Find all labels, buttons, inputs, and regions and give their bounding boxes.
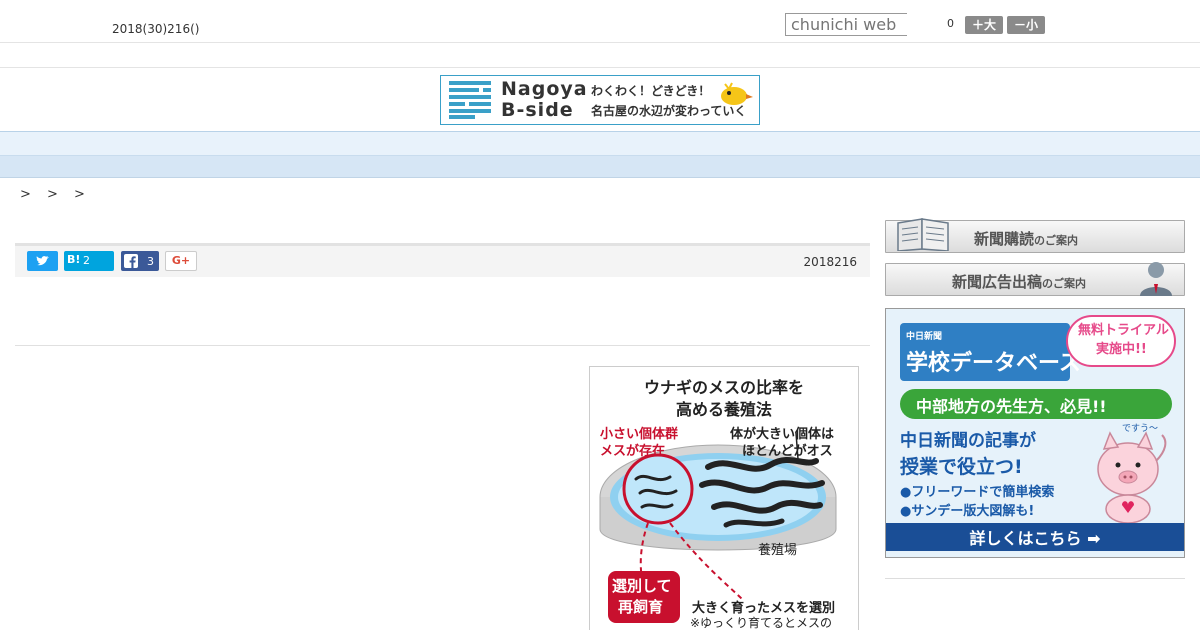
twitter-bird-icon bbox=[36, 256, 49, 266]
top-bar: 2018(30)216() 0 ＋大 －小 bbox=[0, 0, 1200, 43]
nav-item-4[interactable] bbox=[407, 136, 447, 152]
breadcrumb[interactable]: > > > bbox=[20, 187, 91, 202]
ad-bullet-1: ●フリーワードで簡単検索 bbox=[900, 485, 1055, 500]
sidebar-divider bbox=[885, 578, 1185, 579]
pig-mascot-icon bbox=[1097, 431, 1167, 524]
ad-bullet-2: ●サンデー版大図解も! bbox=[900, 504, 1035, 519]
hatena-count: 2 bbox=[83, 254, 90, 267]
google-plus-button[interactable]: G+ bbox=[165, 251, 197, 271]
logo-tagline-1: わくわく！どきどき！ bbox=[591, 84, 711, 98]
ad-main-title: 学校データベース bbox=[906, 351, 1081, 376]
ad-small-title: 中日新聞 bbox=[906, 332, 943, 342]
font-smaller-button[interactable]: －小 bbox=[1007, 16, 1045, 34]
article-figure: ウナギのメスの比率を 高める養殖法 小さい個体群 メスが存在 体が大きい個体は … bbox=[589, 366, 859, 630]
font-size-indicator: 0 bbox=[947, 17, 954, 30]
school-database-ad[interactable]: 中日新聞 学校データベース 無料トライアル 実施中!! 中部地方の先生方、必見!… bbox=[885, 308, 1185, 558]
figure-title-line-1: ウナギのメスの比率を bbox=[643, 378, 804, 397]
ad-trial-text-2: 実施中!! bbox=[1096, 342, 1147, 357]
article-divider bbox=[15, 345, 870, 346]
ad-body-1: 中日新聞の記事が bbox=[900, 431, 1036, 451]
nav-item-3[interactable] bbox=[327, 136, 367, 152]
label-note: ※ゆっくり育てるとメスの bbox=[690, 616, 833, 630]
search-input[interactable] bbox=[785, 13, 907, 36]
ad-body-2: 授業で役立つ! bbox=[900, 456, 1023, 478]
facebook-share-button[interactable]: 3 bbox=[121, 251, 159, 271]
ad-green-text: 中部地方の先生方、必見!! bbox=[916, 397, 1107, 416]
twitter-share-button[interactable] bbox=[27, 251, 58, 271]
bird-mascot-icon bbox=[721, 82, 753, 105]
nav-item-7[interactable] bbox=[647, 136, 687, 152]
label-reselect-1: 選別して bbox=[612, 577, 672, 595]
share-bar: B! 2 3 G+ 2018216 bbox=[15, 243, 870, 277]
nav-item-2[interactable] bbox=[247, 136, 287, 152]
newspaper-ads-banner[interactable]: 新聞広告出稿のご案内 bbox=[885, 262, 1185, 296]
logo-line-1: Nagoya bbox=[501, 78, 588, 100]
nav-item-8[interactable] bbox=[727, 136, 767, 152]
ads-label: 新聞広告出稿のご案内 bbox=[952, 273, 1087, 291]
newspaper-subscribe-banner[interactable]: 新聞購読のご案内 bbox=[885, 218, 1185, 253]
nav-item-5[interactable] bbox=[487, 136, 527, 152]
hatena-bookmark-button[interactable]: B! 2 bbox=[64, 251, 114, 271]
hatena-b-icon: B! bbox=[67, 253, 81, 266]
nav-item-9[interactable] bbox=[807, 136, 847, 152]
label-small-group-2: メスが存在 bbox=[600, 444, 666, 459]
current-date: 2018(30)216() bbox=[112, 22, 200, 36]
ad-trial-text-1: 無料トライアル bbox=[1078, 323, 1169, 338]
stripes-logo-icon bbox=[449, 81, 491, 119]
open-book-icon bbox=[897, 218, 949, 251]
main-nav bbox=[0, 131, 1200, 156]
facebook-count: 3 bbox=[147, 255, 154, 268]
publish-date: 2018216 bbox=[803, 255, 857, 269]
figure-title-line-2: 高める養殖法 bbox=[675, 400, 772, 419]
label-farm: 養殖場 bbox=[758, 543, 798, 558]
label-reselect-2: 再飼育 bbox=[618, 598, 664, 616]
nav-item-1[interactable] bbox=[167, 136, 207, 152]
font-larger-button[interactable]: ＋大 bbox=[965, 16, 1003, 34]
ad-cta-button[interactable]: 詳しくはこちら ➡ bbox=[886, 525, 1184, 549]
nav-item-6[interactable] bbox=[567, 136, 607, 152]
header-spacer bbox=[0, 43, 1200, 68]
subscribe-label: 新聞購読のご案内 bbox=[974, 230, 1079, 248]
ad-mascot-speech: ですう〜 bbox=[1122, 424, 1159, 434]
label-large-2: ほとんどがオス bbox=[742, 444, 833, 459]
businessman-icon bbox=[1140, 262, 1172, 296]
nagoya-bside-banner[interactable]: Nagoya B-side わくわく！どきどき！ 名古屋の水辺が変わっていく bbox=[440, 75, 760, 125]
logo-line-2: B-side bbox=[501, 99, 574, 121]
facebook-icon bbox=[124, 254, 138, 268]
sub-nav bbox=[0, 156, 1200, 178]
